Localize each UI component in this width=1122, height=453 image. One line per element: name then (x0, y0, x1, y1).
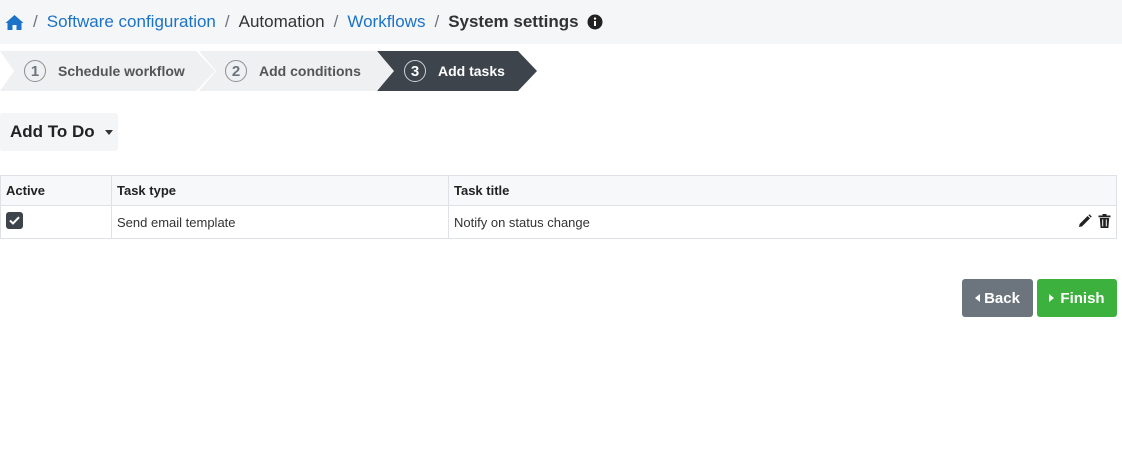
add-todo-dropdown[interactable]: Add To Do (0, 113, 118, 151)
home-icon[interactable] (4, 12, 24, 32)
wizard-step-add-tasks[interactable]: 3 Add tasks (377, 51, 537, 91)
breadcrumb-automation: Automation (238, 12, 325, 31)
breadcrumb-separator: / (33, 12, 38, 31)
table-header-row: Active Task type Task title (0, 175, 1117, 206)
column-header-active[interactable]: Active (0, 175, 112, 206)
check-icon (9, 216, 20, 225)
caret-left-icon (975, 294, 981, 302)
table-row: Send email template Notify on status cha… (0, 205, 1117, 239)
back-button[interactable]: Back (962, 279, 1033, 317)
task-title-text: Notify on status change (454, 214, 590, 230)
step-number: 2 (225, 60, 247, 82)
wizard-step-schedule-workflow[interactable]: 1 Schedule workflow (0, 51, 215, 91)
page-title: System settings (448, 12, 579, 31)
row-actions (1078, 214, 1112, 229)
breadcrumb-software-configuration[interactable]: Software configuration (47, 12, 216, 32)
wizard-steps: 1 Schedule workflow 2 Add conditions 3 A… (0, 51, 560, 91)
task-title-cell: Notify on status change (448, 205, 1117, 239)
step-number: 1 (24, 60, 46, 82)
breadcrumb-separator: / (434, 12, 440, 31)
finish-button[interactable]: Finish (1037, 279, 1117, 317)
info-circle-icon[interactable] (587, 14, 603, 30)
add-todo-label: Add To Do (10, 122, 95, 141)
breadcrumb-separator: / (224, 12, 230, 31)
step-label: Schedule workflow (58, 63, 185, 79)
active-checkbox[interactable] (6, 211, 23, 229)
step-number: 3 (404, 60, 426, 82)
trash-icon[interactable] (1098, 214, 1112, 229)
breadcrumb-workflows[interactable]: Workflows (347, 12, 425, 32)
back-label: Back (984, 289, 1020, 307)
wizard-step-add-conditions[interactable]: 2 Add conditions (199, 51, 395, 91)
step-label: Add conditions (259, 63, 361, 79)
pencil-icon[interactable] (1078, 214, 1092, 229)
breadcrumb-separator: / (333, 12, 339, 31)
caret-right-icon (1049, 294, 1055, 302)
tasks-table: Active Task type Task title Send email t… (0, 175, 1117, 239)
column-header-task-title[interactable]: Task title (448, 175, 1117, 206)
caret-down-icon (104, 129, 113, 135)
column-header-task-type[interactable]: Task type (111, 175, 449, 206)
breadcrumb: / Software configuration / Automation / … (0, 0, 1122, 44)
step-label: Add tasks (438, 63, 505, 79)
active-cell (0, 205, 112, 239)
finish-label: Finish (1060, 289, 1105, 307)
task-type-cell: Send email template (111, 205, 449, 239)
